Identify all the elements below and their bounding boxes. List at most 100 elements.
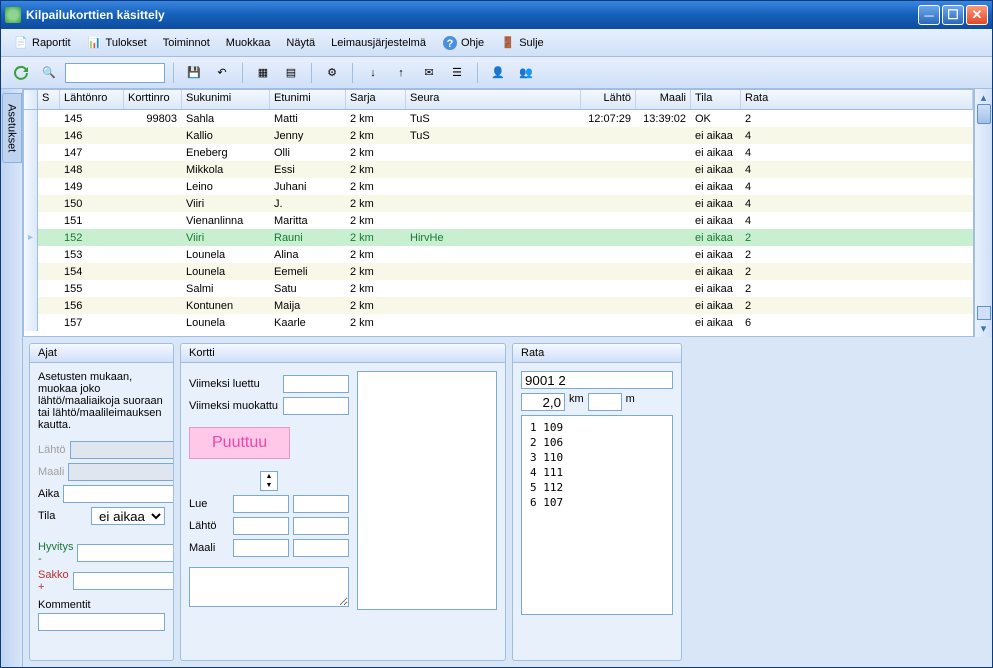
table-row[interactable]: 155SalmiSatu2 kmei aikaa2 [24, 280, 973, 297]
menu-sulje[interactable]: 🚪Sulje [494, 32, 549, 54]
panel-kortti-title: Kortti [181, 344, 505, 363]
kommentit-label: Kommentit [38, 599, 165, 611]
table-row[interactable]: 153LounelaAlina2 kmei aikaa2 [24, 246, 973, 263]
km-unit: km [569, 393, 584, 411]
panel-rata: Rata km m 1 109 2 106 3 110 4 111 5 112 … [512, 343, 682, 661]
lue-field-2[interactable] [293, 495, 349, 513]
kortti-list[interactable] [357, 371, 497, 610]
viimeksi-luettu-field[interactable] [283, 375, 349, 393]
panel-ajat-title: Ajat [30, 344, 173, 363]
table-row[interactable]: 157LounelaKaarle2 kmei aikaa6 [24, 314, 973, 331]
col-seura[interactable]: Seura [406, 90, 581, 109]
menu-nayta[interactable]: Näytä [280, 34, 321, 52]
table-row[interactable]: 147EnebergOlli2 kmei aikaa4 [24, 144, 973, 161]
viimeksi-luettu-label: Viimeksi luettu [189, 378, 279, 390]
col-s[interactable]: S [38, 90, 60, 109]
table-row[interactable]: 154LounelaEemeli2 kmei aikaa2 [24, 263, 973, 280]
assign-button[interactable]: 👤 [486, 61, 510, 85]
table-row[interactable]: 14599803SahlaMatti2 kmTuS12:07:2913:39:0… [24, 110, 973, 127]
col-korttinro[interactable]: Korttinro [124, 90, 182, 109]
table-row[interactable]: 146KallioJenny2 kmTuSei aikaa4 [24, 127, 973, 144]
rata-km-field[interactable] [521, 393, 565, 411]
table-row[interactable]: 151VienanlinnaMaritta2 kmei aikaa4 [24, 212, 973, 229]
sort-asc-button[interactable]: ↓ [361, 61, 385, 85]
kortti-lahto-field-2[interactable] [293, 517, 349, 535]
table-row[interactable]: 148MikkolaEssi2 kmei aikaa4 [24, 161, 973, 178]
menu-raportit[interactable]: 📄Raportit [7, 32, 77, 54]
exit-icon: 🚪 [500, 35, 516, 51]
sort-desc-button[interactable]: ↑ [389, 61, 413, 85]
refresh-button[interactable] [9, 61, 33, 85]
undo-button[interactable]: ↶ [210, 61, 234, 85]
scroll-marker[interactable] [977, 306, 991, 320]
menu-ohje[interactable]: ?Ohje [436, 32, 490, 54]
lue-label: Lue [189, 498, 229, 510]
tila-select[interactable]: ei aikaa [91, 507, 165, 525]
search-input[interactable] [65, 63, 165, 83]
svg-text:?: ? [447, 38, 454, 50]
hyvitys-label: Hyvitys - [38, 541, 73, 565]
window-title: Kilpailukorttien käsittely [26, 8, 918, 22]
menu-toiminnot[interactable]: Toiminnot [157, 34, 216, 52]
rata-code-field[interactable] [521, 371, 673, 389]
kommentit-field[interactable] [38, 613, 165, 631]
kortti-textarea[interactable] [189, 567, 349, 607]
team-button[interactable]: 👥 [514, 61, 538, 85]
menu-muokkaa[interactable]: Muokkaa [220, 34, 277, 52]
close-button[interactable]: ✕ [966, 5, 988, 25]
aika-field[interactable] [63, 485, 174, 503]
menu-leimaus[interactable]: Leimausjärjestelmä [325, 34, 432, 52]
hyvitys-field[interactable] [77, 544, 174, 562]
viimeksi-muokattu-label: Viimeksi muokattu [189, 400, 279, 412]
minimize-button[interactable]: ─ [918, 5, 940, 25]
kortti-lahto-field-1[interactable] [233, 517, 289, 535]
sakko-label: Sakko + [38, 569, 69, 593]
maximize-button[interactable]: ☐ [942, 5, 964, 25]
kortti-maali-field-2[interactable] [293, 539, 349, 557]
aika-label: Aika [38, 488, 59, 500]
col-sukunimi[interactable]: Sukunimi [182, 90, 270, 109]
panel-rata-title: Rata [513, 344, 681, 363]
maali-label: Maali [38, 466, 64, 478]
spinner-control[interactable]: ▲▼ [260, 471, 278, 491]
col-lahtonro[interactable]: Lähtönro [60, 90, 124, 109]
scrollbar-thumb[interactable] [977, 104, 991, 124]
app-icon [5, 7, 21, 23]
kortti-maali-field-1[interactable] [233, 539, 289, 557]
viimeksi-muokattu-field[interactable] [283, 397, 349, 415]
col-rata[interactable]: Rata [741, 90, 973, 109]
col-etunimi[interactable]: Etunimi [270, 90, 346, 109]
col-lahto[interactable]: Lähtö [581, 90, 636, 109]
table-row[interactable]: ▸152ViiriRauni2 kmHirvHeei aikaa2 [24, 229, 973, 246]
grid-header[interactable]: S Lähtönro Korttinro Sukunimi Etunimi Sa… [24, 90, 973, 110]
col-maali[interactable]: Maali [636, 90, 691, 109]
grid-view-button[interactable]: ▦ [251, 61, 275, 85]
mail-button[interactable]: ✉ [417, 61, 441, 85]
reports-icon: 📄 [13, 35, 29, 51]
toolbar: 🔍 💾 ↶ ▦ ▤ ⚙ ↓ ↑ ✉ ☰ 👤 👥 [1, 57, 992, 89]
title-bar: Kilpailukorttien käsittely ─ ☐ ✕ [1, 1, 992, 29]
sakko-field[interactable] [73, 572, 174, 590]
panel-kortti: Kortti Viimeksi luettu Viimeksi muokattu… [180, 343, 506, 661]
sidebar-tab-asetukset[interactable]: Asetukset [2, 93, 22, 163]
menu-tulokset[interactable]: 📊Tulokset [81, 32, 153, 54]
table-row[interactable]: 156KontunenMaija2 kmei aikaa2 [24, 297, 973, 314]
side-tab-strip: Asetukset [1, 89, 23, 667]
data-grid[interactable]: S Lähtönro Korttinro Sukunimi Etunimi Sa… [23, 89, 974, 337]
ajat-info: Asetusten mukaan, muokaa joko lähtö/maal… [38, 371, 165, 431]
help-icon: ? [442, 35, 458, 51]
table-row[interactable]: 149LeinoJuhani2 kmei aikaa4 [24, 178, 973, 195]
tool-1-button[interactable]: ⚙ [320, 61, 344, 85]
tila-label: Tila [38, 510, 87, 522]
grid-filter-button[interactable]: ▤ [279, 61, 303, 85]
options-button[interactable]: ☰ [445, 61, 469, 85]
rata-m-field[interactable] [588, 393, 622, 411]
lue-field-1[interactable] [233, 495, 289, 513]
col-tila[interactable]: Tila [691, 90, 741, 109]
find-button[interactable]: 🔍 [37, 61, 61, 85]
vertical-scrollbar[interactable]: ▴ ▾ [974, 89, 992, 337]
save-button[interactable]: 💾 [182, 61, 206, 85]
puuttuu-badge: Puuttuu [189, 427, 290, 459]
table-row[interactable]: 150ViiriJ.2 kmei aikaa4 [24, 195, 973, 212]
col-sarja[interactable]: Sarja [346, 90, 406, 109]
